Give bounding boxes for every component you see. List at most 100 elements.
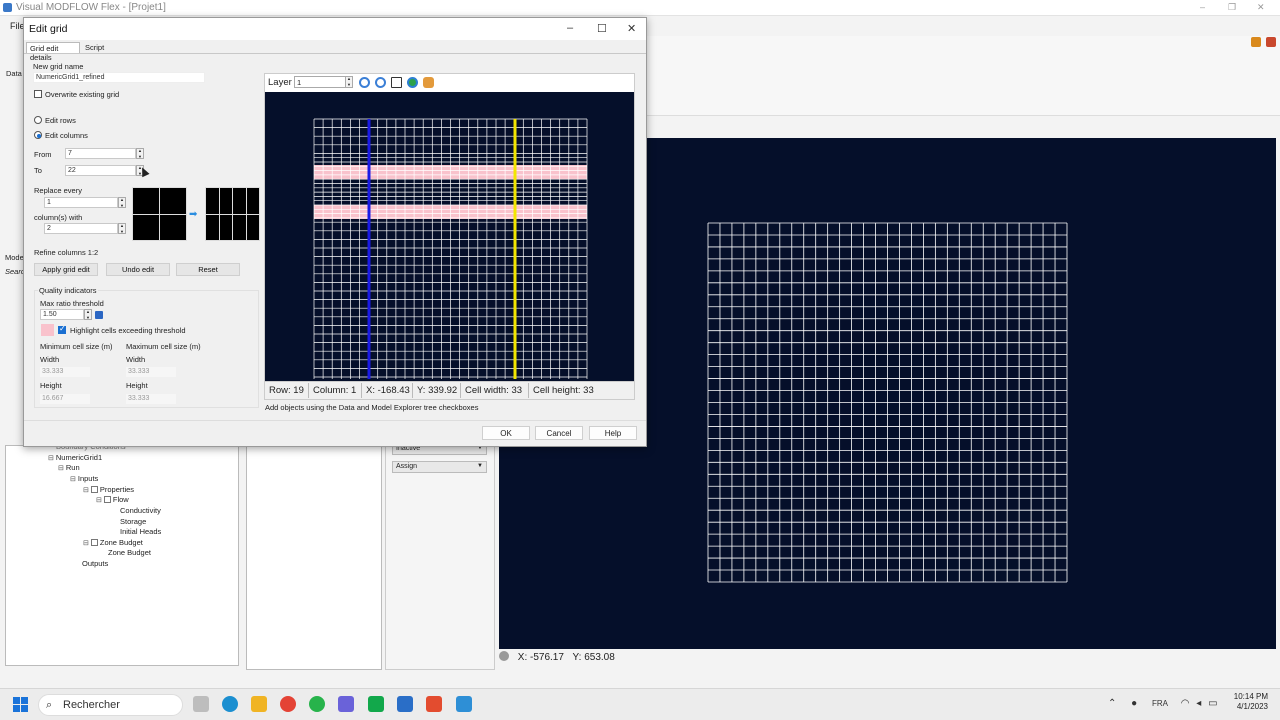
help-button[interactable]: Help (589, 426, 637, 440)
modflow-icon[interactable] (397, 696, 413, 712)
to-input[interactable]: 22 (65, 165, 136, 176)
status-separator (361, 383, 362, 398)
apply-grid-edit-button[interactable]: Apply grid edit (34, 263, 98, 276)
tree-zone-budget[interactable]: ⊟ Zone Budget (83, 538, 143, 547)
min-height-label: Height (40, 381, 62, 390)
min-height-value: 16.667 (40, 394, 90, 404)
max-cell-size-label: Maximum cell size (m) (126, 342, 201, 351)
tree-initial-heads[interactable]: Initial Heads (120, 527, 161, 536)
status-x: X: -168.43 (366, 385, 410, 396)
wifi-icon[interactable]: ◠ (1181, 698, 1190, 709)
replace-every-stepper[interactable] (118, 197, 126, 208)
tree-outputs[interactable]: Outputs (82, 559, 108, 568)
columns-with-input[interactable]: 2 (44, 223, 118, 234)
edit-columns-radio[interactable] (34, 131, 42, 139)
to-label: To (34, 166, 42, 175)
highlight-label: Highlight cells exceeding threshold (70, 326, 186, 335)
task-view-icon[interactable] (193, 696, 209, 712)
discord-icon[interactable] (338, 696, 354, 712)
chrome-icon[interactable] (280, 696, 296, 712)
edit-rows-radio[interactable] (34, 116, 42, 124)
tree-run[interactable]: ⊟ Run (58, 463, 80, 472)
calculator-icon[interactable] (95, 311, 103, 319)
max-ratio-stepper[interactable] (84, 309, 92, 320)
close-icon[interactable]: ✕ (1257, 2, 1265, 13)
notepad-icon[interactable] (456, 696, 472, 712)
recorder-icon[interactable] (426, 696, 442, 712)
zoom-out-icon[interactable] (375, 77, 386, 88)
file-explorer-icon[interactable] (251, 696, 267, 712)
tree-properties[interactable]: ⊟ Properties (83, 485, 134, 494)
feedback-icon[interactable] (1266, 37, 1276, 47)
replace-every-input[interactable]: 1 (44, 197, 118, 208)
edge-icon[interactable] (222, 696, 238, 712)
dialog-close-icon[interactable]: ✕ (627, 22, 636, 35)
assign-dropdown[interactable]: Assign ▼ (392, 461, 487, 473)
min-width-value: 33.333 (40, 367, 90, 377)
chevron-up-icon[interactable]: ⌃ (1108, 698, 1116, 709)
edit-rows-label: Edit rows (45, 116, 76, 125)
columns-with-stepper[interactable] (118, 223, 126, 234)
main-y-readout: Y: 653.08 (572, 652, 615, 663)
reset-button[interactable]: Reset (176, 263, 240, 276)
assign-dropdown-value: Assign (396, 463, 418, 470)
max-height-value: 33.333 (126, 394, 176, 404)
highlight-color-swatch[interactable] (41, 324, 54, 336)
toolbar-area (646, 36, 1280, 116)
min-cell-size-label: Minimum cell size (m) (40, 342, 113, 351)
edit-columns-label: Edit columns (45, 131, 88, 140)
status-row: Row: 19 (269, 385, 304, 396)
thumbs-icon[interactable] (1251, 37, 1261, 47)
microphone-icon[interactable]: ● (1131, 698, 1137, 709)
tree-flow-label: Flow (112, 495, 129, 504)
whatsapp-icon[interactable] (309, 696, 325, 712)
app-logo-icon (3, 3, 12, 12)
language-indicator[interactable]: FRA (1152, 699, 1168, 708)
tree-zone-budget-child[interactable]: Zone Budget (108, 548, 151, 557)
grid-preview-panel: Layer 1 Row: 19 Column: 1 X: -168.43 Y: … (264, 73, 635, 400)
system-tray[interactable]: ⌃ ● FRA ◠ ◂ ▭ (1108, 698, 1218, 709)
cancel-button[interactable]: Cancel (535, 426, 583, 440)
main-coords: X: -576.17 Y: 653.08 (499, 651, 621, 663)
tree-grid-row[interactable]: ⊟ NumericGrid1 (48, 453, 102, 462)
tree-grid-label[interactable]: NumericGrid1 (56, 453, 102, 462)
properties-panel (385, 445, 495, 670)
dialog-title: Edit grid (29, 23, 68, 35)
zoom-in-icon[interactable] (359, 77, 370, 88)
pan-hand-icon[interactable] (423, 77, 434, 88)
from-stepper[interactable] (136, 148, 144, 159)
min-width-label: Width (40, 355, 60, 364)
battery-icon[interactable]: ▭ (1208, 698, 1217, 709)
new-grid-name-input[interactable]: NumericGrid1_refined (33, 72, 205, 83)
layer-input[interactable]: 1 (294, 76, 352, 88)
volume-icon[interactable]: ◂ (1196, 698, 1201, 709)
windows-start-icon[interactable] (13, 697, 29, 713)
dialog-minimize-icon[interactable]: – (567, 22, 573, 34)
undo-edit-button[interactable]: Undo edit (106, 263, 170, 276)
max-height-label: Height (126, 381, 148, 390)
camtasia-icon[interactable] (368, 696, 384, 712)
max-ratio-input[interactable]: 1.50 (40, 309, 84, 320)
ok-button[interactable]: OK (482, 426, 530, 440)
overwrite-checkbox[interactable] (34, 90, 42, 98)
globe-icon[interactable] (407, 77, 418, 88)
restore-icon[interactable]: ❐ (1228, 2, 1236, 13)
dialog-maximize-icon[interactable]: ☐ (597, 22, 607, 35)
zoom-extent-icon[interactable] (391, 77, 402, 88)
chevron-down-icon: ▼ (477, 463, 483, 469)
tree-conductivity[interactable]: Conductivity (120, 506, 161, 515)
minimize-icon[interactable]: – (1200, 2, 1205, 12)
tree-storage[interactable]: Storage (120, 517, 146, 526)
highlight-checkbox[interactable] (58, 324, 66, 334)
taskbar-search-text: Rechercher (63, 699, 120, 711)
preview-canvas[interactable] (265, 92, 634, 381)
taskbar-search[interactable]: ⌕ Rechercher (38, 694, 183, 716)
from-label: From (34, 150, 52, 159)
tree-inputs[interactable]: ⊟ Inputs (70, 474, 98, 483)
from-input[interactable]: 7 (65, 148, 136, 159)
tree-flow[interactable]: ⊟ Flow (96, 495, 129, 504)
clock[interactable]: 10:14 PM 4/1/2023 (1234, 692, 1268, 712)
refine-after-preview (205, 187, 260, 241)
search-icon: ⌕ (46, 699, 53, 711)
layer-stepper[interactable] (345, 76, 353, 88)
